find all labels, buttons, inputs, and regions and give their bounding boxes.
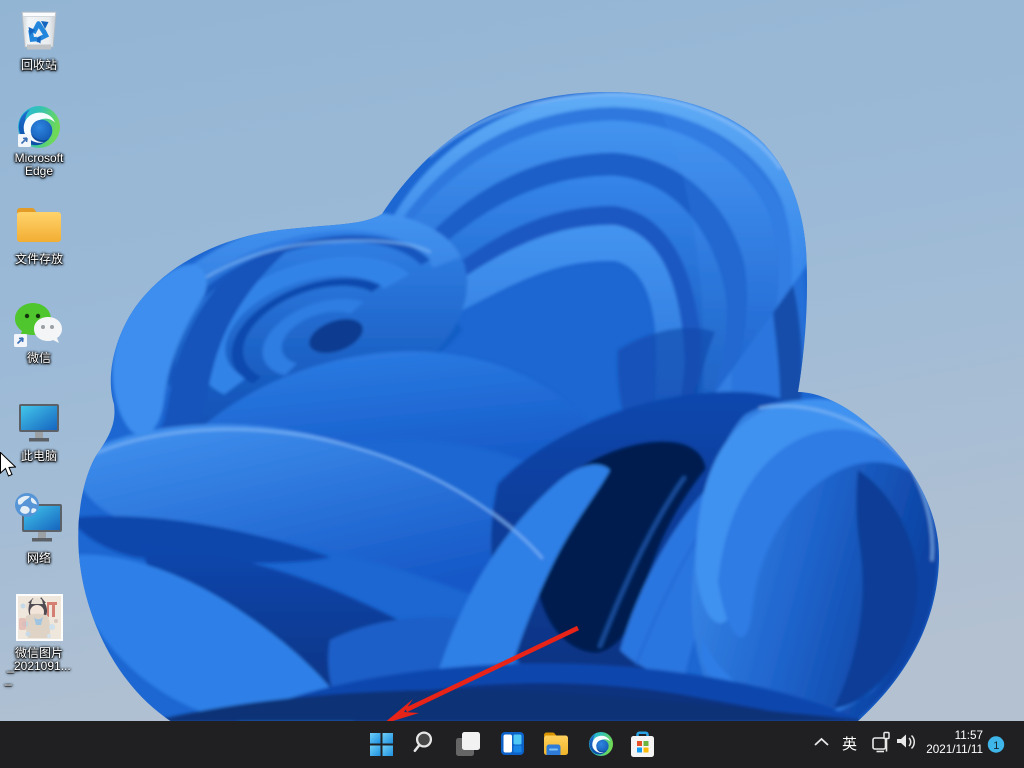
svg-text:1: 1 <box>993 740 999 752</box>
svg-text:英: 英 <box>842 735 857 753</box>
